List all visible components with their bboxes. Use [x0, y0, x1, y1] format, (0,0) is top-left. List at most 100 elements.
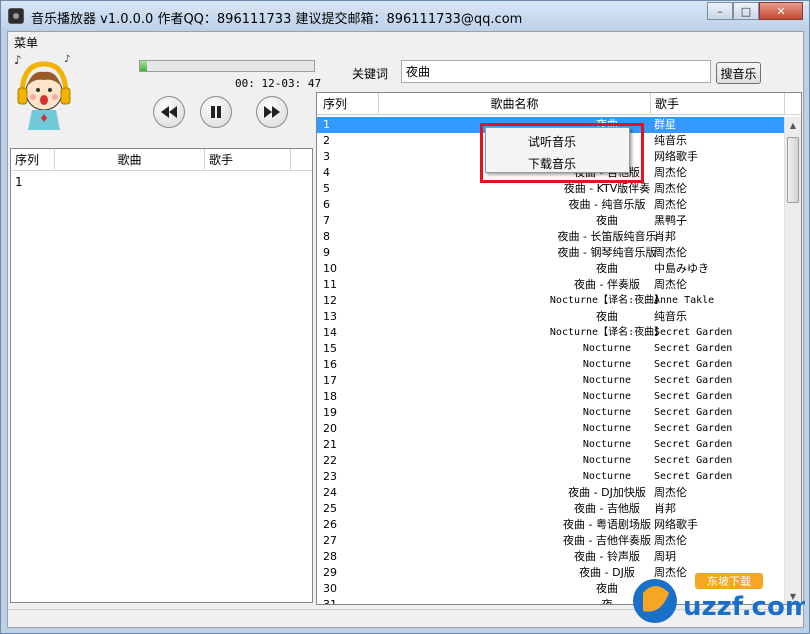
- table-row[interactable]: 12 Nocturne【译名:夜曲】 Anne Takle: [317, 293, 785, 309]
- playlist-col-index[interactable]: 序列: [11, 149, 55, 171]
- table-row[interactable]: 9 夜曲 - 钢琴纯音乐版 周杰伦: [317, 245, 785, 261]
- table-row[interactable]: 15 Nocturne Secret Garden: [317, 341, 785, 357]
- row-index: 10: [323, 262, 337, 275]
- table-row[interactable]: 16 Nocturne Secret Garden: [317, 357, 785, 373]
- row-index: 3: [323, 150, 330, 163]
- table-row[interactable]: 26 夜曲 - 粤语剧场版 网络歌手: [317, 517, 785, 533]
- fast-forward-button[interactable]: [256, 96, 288, 128]
- minimize-button[interactable]: –: [707, 2, 733, 20]
- row-artist: 肖邦: [654, 230, 676, 243]
- playback-progress-bar[interactable]: [139, 60, 315, 72]
- row-artist: 中島みゆき: [654, 262, 709, 275]
- row-artist: 网络歌手: [654, 518, 698, 531]
- table-row[interactable]: 14 Nocturne【译名:夜曲】 Secret Garden: [317, 325, 785, 341]
- vertical-scrollbar[interactable]: ▲ ▼: [784, 117, 801, 604]
- scrollbar-thumb[interactable]: [787, 137, 799, 203]
- results-header: 序列 歌曲名称 歌手: [317, 93, 801, 115]
- app-icon: [8, 8, 24, 24]
- fast-forward-icon: [264, 106, 280, 118]
- close-button[interactable]: ✕: [759, 2, 803, 20]
- menu-bar: 菜单: [8, 32, 803, 50]
- table-row[interactable]: 25 夜曲 - 吉他版 肖邦: [317, 501, 785, 517]
- results-col-index[interactable]: 序列: [317, 93, 379, 115]
- playlist-col-artist[interactable]: 歌手: [205, 149, 291, 171]
- table-row[interactable]: 22 Nocturne Secret Garden: [317, 453, 785, 469]
- row-artist: Anne Takle: [654, 295, 715, 306]
- row-index: 6: [323, 198, 330, 211]
- row-index: 4: [323, 166, 330, 179]
- app-window: 音乐播放器 v1.0.0.0 作者QQ：896111733 建议提交邮箱：896…: [0, 0, 810, 634]
- row-index: 17: [323, 374, 337, 387]
- keyword-label: 关键词: [352, 67, 389, 81]
- playlist-row[interactable]: 1: [15, 175, 23, 189]
- row-index: 30: [323, 582, 337, 595]
- highlight-box: [480, 123, 644, 183]
- results-col-name[interactable]: 歌曲名称: [379, 93, 651, 115]
- table-row[interactable]: 5 夜曲 - KTV版伴奏 周杰伦: [317, 181, 785, 197]
- search-music-button[interactable]: 搜音乐: [716, 62, 761, 84]
- table-row[interactable]: 13 夜曲 纯音乐: [317, 309, 785, 325]
- rewind-button[interactable]: [153, 96, 185, 128]
- row-index: 2: [323, 134, 330, 147]
- row-artist: Secret Garden: [654, 455, 733, 466]
- scroll-up-icon[interactable]: ▲: [785, 117, 801, 133]
- table-row[interactable]: 24 夜曲 - DJ加快版 周杰伦: [317, 485, 785, 501]
- table-row[interactable]: 18 Nocturne Secret Garden: [317, 389, 785, 405]
- playlist-col-song[interactable]: 歌曲: [55, 149, 205, 171]
- table-row[interactable]: 6 夜曲 - 纯音乐版 周杰伦: [317, 197, 785, 213]
- table-row[interactable]: 21 Nocturne Secret Garden: [317, 437, 785, 453]
- row-index: 27: [323, 534, 337, 547]
- table-row[interactable]: 10 夜曲 中島みゆき: [317, 261, 785, 277]
- table-row[interactable]: 20 Nocturne Secret Garden: [317, 421, 785, 437]
- table-row[interactable]: 23 Nocturne Secret Garden: [317, 469, 785, 485]
- menu-item[interactable]: 菜单: [14, 34, 38, 51]
- window-controls: – □ ✕: [707, 2, 803, 21]
- row-index: 15: [323, 342, 337, 355]
- row-artist: 纯音乐: [654, 134, 687, 147]
- row-artist: 周杰伦: [654, 534, 687, 547]
- row-artist: Secret Garden: [654, 343, 733, 354]
- row-index: 21: [323, 438, 337, 451]
- playlist-header: 序列 歌曲 歌手: [11, 149, 312, 171]
- svg-text:♪: ♪: [14, 53, 22, 67]
- pause-button[interactable]: [200, 96, 232, 128]
- row-index: 16: [323, 358, 337, 371]
- maximize-button[interactable]: □: [733, 2, 759, 20]
- table-row[interactable]: 11 夜曲 - 伴奏版 周杰伦: [317, 277, 785, 293]
- row-artist: 周玥: [654, 550, 676, 563]
- row-artist: Secret Garden: [654, 375, 733, 386]
- row-index: 29: [323, 566, 337, 579]
- row-index: 28: [323, 550, 337, 563]
- table-row[interactable]: 17 Nocturne Secret Garden: [317, 373, 785, 389]
- watermark-text: uzzf.com: [683, 592, 805, 622]
- row-index: 26: [323, 518, 337, 531]
- client-area: 菜单 ♪ ♪ 00: 12-03: 47 关键词 夜曲 搜音乐 序列 歌曲 歌手…: [7, 31, 804, 628]
- row-song-name: 夜曲 - 铃声版: [574, 550, 640, 563]
- title-bar[interactable]: 音乐播放器 v1.0.0.0 作者QQ：896111733 建议提交邮箱：896…: [1, 1, 809, 31]
- time-display: 00: 12-03: 47: [235, 77, 322, 90]
- row-index: 25: [323, 502, 337, 515]
- row-index: 31: [323, 598, 337, 605]
- table-row[interactable]: 7 夜曲 黑鸭子: [317, 213, 785, 229]
- row-song-name: 夜曲 - 长笛版纯音乐: [557, 230, 657, 243]
- row-index: 19: [323, 406, 337, 419]
- row-index: 20: [323, 422, 337, 435]
- table-row[interactable]: 27 夜曲 - 吉他伴奏版 周杰伦: [317, 533, 785, 549]
- table-row[interactable]: 19 Nocturne Secret Garden: [317, 405, 785, 421]
- row-artist: 网络歌手: [654, 150, 698, 163]
- row-artist: 肖邦: [654, 502, 676, 515]
- svg-text:♪: ♪: [64, 54, 70, 65]
- row-artist: Secret Garden: [654, 359, 733, 370]
- watermark-badge: 东坡下载: [707, 575, 751, 588]
- table-row[interactable]: 28 夜曲 - 铃声版 周玥: [317, 549, 785, 565]
- pause-icon: [211, 106, 221, 118]
- table-row[interactable]: 8 夜曲 - 长笛版纯音乐 肖邦: [317, 229, 785, 245]
- playlist-grid[interactable]: 序列 歌曲 歌手 1: [10, 148, 313, 603]
- uzzf-logo-icon: 东坡下载 uzzf.com: [633, 573, 810, 623]
- row-index: 18: [323, 390, 337, 403]
- row-artist: Secret Garden: [654, 407, 733, 418]
- watermark: 东坡下载 uzzf.com: [625, 571, 810, 627]
- results-col-artist[interactable]: 歌手: [651, 93, 785, 115]
- keyword-input[interactable]: [401, 60, 711, 83]
- row-artist: Secret Garden: [654, 423, 733, 434]
